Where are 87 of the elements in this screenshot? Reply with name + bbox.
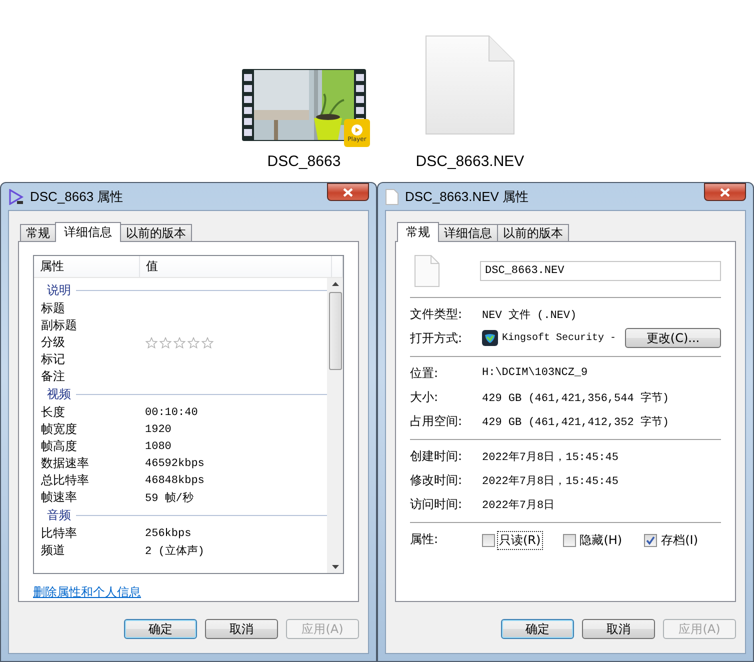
check-icon: [646, 536, 656, 545]
scroll-down-icon: [332, 565, 338, 569]
dialog-button[interactable]: 确定: [124, 619, 197, 639]
field-label: 访问时间:: [410, 496, 464, 512]
tab[interactable]: 常规: [397, 222, 439, 242]
property-name: 帧高度: [41, 438, 78, 455]
tab[interactable]: 常规: [20, 224, 56, 241]
field-label: 创建时间:: [410, 448, 464, 464]
property-value: 2 (立体声): [145, 544, 204, 558]
star-icon: [145, 336, 158, 348]
tab[interactable]: 详细信息: [55, 222, 121, 242]
checkbox[interactable]: [562, 534, 576, 547]
app-name: Kingsoft Security -: [502, 332, 616, 344]
checkbox-label[interactable]: 隐藏(H): [578, 531, 624, 550]
close-icon: [720, 188, 730, 196]
property-name: 分级: [41, 334, 66, 351]
window-title: DSC_8663.NEV 属性: [405, 188, 530, 206]
property-name: 备注: [41, 368, 66, 385]
column-header[interactable]: 属性: [34, 256, 140, 277]
dialog-button[interactable]: 取消: [205, 619, 278, 639]
play-file-icon: [8, 188, 24, 204]
property-name: 帧宽度: [41, 421, 78, 438]
shield-icon: [482, 330, 498, 346]
field-label: 占用空间:: [410, 412, 464, 430]
document-icon: [414, 255, 440, 287]
field-label: 大小:: [410, 388, 440, 406]
field-label: 位置:: [410, 364, 440, 382]
change-button[interactable]: 更改(C)...: [625, 328, 721, 348]
dialog-button[interactable]: 取消: [582, 619, 655, 639]
close-button[interactable]: [704, 183, 746, 201]
field-value: 2022年7月8日: [482, 498, 555, 512]
property-value: 1080: [145, 440, 172, 452]
property-value: 46592kbps: [145, 458, 204, 470]
field-value: NEV 文件 (.NEV): [482, 308, 577, 322]
group-header: 视频: [47, 386, 71, 403]
play-icon: [351, 124, 363, 136]
property-name: 长度: [41, 404, 66, 421]
property-name: 标记: [41, 351, 66, 368]
field-label: 文件类型:: [410, 306, 464, 322]
checkbox-label[interactable]: 存档(I): [659, 531, 700, 550]
close-button[interactable]: [327, 183, 369, 201]
star-rating[interactable]: [145, 336, 214, 348]
star-icon: [187, 336, 200, 348]
field-value: 2022年7月8日，15:45:45: [482, 450, 618, 464]
document-icon: [385, 188, 399, 204]
field-label: 属性:: [410, 531, 440, 548]
property-value: 1920: [145, 424, 172, 436]
field-value: 429 GB (461,421,356,544 字节): [482, 390, 670, 404]
property-name: 频道: [41, 542, 66, 559]
scroll-up-icon: [332, 282, 338, 286]
file-name[interactable]: DSC_8663.NEV: [416, 153, 524, 170]
group-header: 音频: [47, 507, 71, 524]
remove-properties-link[interactable]: 删除属性和个人信息: [33, 584, 141, 601]
property-name: 帧速率: [41, 489, 78, 506]
property-name: 总比特率: [41, 472, 90, 489]
tab[interactable]: 详细信息: [438, 224, 498, 241]
field-label: 打开方式:: [410, 330, 464, 346]
property-value: 256kbps: [145, 528, 192, 540]
property-value: 00:10:40: [145, 406, 198, 418]
tab[interactable]: 以前的版本: [497, 224, 569, 241]
field-value: H:\DCIM\103NCZ_9: [482, 367, 588, 379]
tab[interactable]: 以前的版本: [120, 224, 192, 241]
checkbox[interactable]: [644, 534, 658, 547]
star-icon: [173, 336, 186, 348]
window-title: DSC_8663 属性: [30, 188, 124, 206]
group-header: 说明: [47, 282, 71, 299]
close-icon: [343, 188, 353, 196]
property-name: 比特率: [41, 525, 78, 542]
scrollbar[interactable]: [327, 278, 343, 573]
file-name[interactable]: DSC_8663: [267, 153, 341, 170]
property-value: 59 帧/秒: [145, 491, 194, 505]
property-name: 数据速率: [41, 455, 90, 472]
property-value: 46848kbps: [145, 474, 204, 486]
blank-file-icon: [425, 35, 515, 135]
property-name: 标题: [41, 300, 66, 317]
field-value: 2022年7月8日，15:45:45: [482, 474, 618, 488]
column-header[interactable]: 值: [140, 256, 332, 277]
scroll-thumb[interactable]: [328, 292, 342, 370]
checkbox-label[interactable]: 只读(R): [497, 531, 543, 550]
field-label: 修改时间:: [410, 472, 464, 488]
dialog-button[interactable]: 确定: [501, 619, 574, 639]
star-icon: [159, 336, 172, 348]
field-value: 429 GB (461,421,412,352 字节): [482, 414, 670, 428]
star-icon: [201, 336, 214, 348]
file-name-field[interactable]: DSC_8663.NEV: [480, 261, 721, 281]
checkbox[interactable]: [482, 534, 495, 547]
property-name: 副标题: [41, 317, 78, 334]
